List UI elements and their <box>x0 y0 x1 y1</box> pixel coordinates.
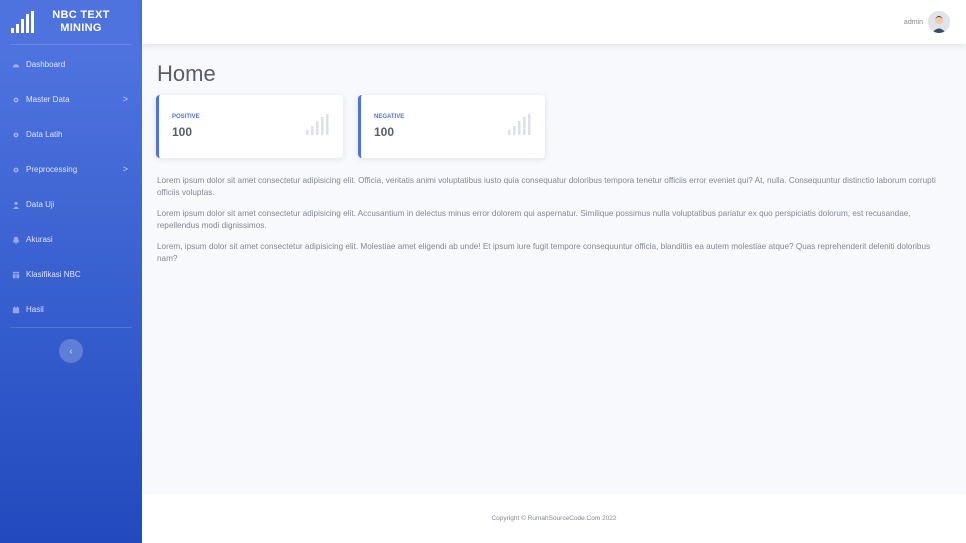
signal-bars-icon <box>508 114 531 135</box>
user-name: admin <box>903 18 923 26</box>
sidebar-divider <box>10 327 132 328</box>
sidebar-item-label: Akurasi <box>26 235 53 244</box>
sidebar-item-label: Dashboard <box>26 60 66 69</box>
negative-card: NEGATIVE 100 <box>358 95 545 158</box>
content-text: Lorem ipsum dolor sit amet consectetur a… <box>157 175 952 274</box>
cog-icon <box>11 130 21 140</box>
brand-line-2: MINING <box>60 22 102 34</box>
sidebar-item-preprocessing[interactable]: Preprocessing > <box>0 152 142 187</box>
sidebar-item-label: Klasifikasi NBC <box>26 270 81 279</box>
sidebar-item-label: Preprocessing <box>26 165 78 174</box>
sidebar-item-label: Master Data <box>26 95 70 104</box>
sidebar-toggle-button[interactable]: ‹ <box>59 339 83 363</box>
card-value: 100 <box>172 125 193 139</box>
sidebar-item-label: Hasil <box>26 305 44 314</box>
sidebar-item-dashboard[interactable]: Dashboard <box>0 47 142 82</box>
chevron-left-icon: ‹ <box>69 346 73 356</box>
signal-bars-icon <box>11 11 34 33</box>
chevron-right-icon: > <box>122 164 128 174</box>
sidebar-item-data-uji[interactable]: Data Uji <box>0 187 142 222</box>
user-avatar-icon <box>928 11 950 33</box>
sidebar-item-akurasi[interactable]: Akurasi <box>0 222 142 257</box>
card-label: POSITIVE <box>172 114 200 120</box>
brand-line-1: NBC TEXT <box>52 9 110 21</box>
bell-icon <box>11 235 21 245</box>
sidebar: NBC TEXT MINING Dashboard Master Data > … <box>0 0 142 543</box>
paragraph: Lorem ipsum dolor sit amet consectetur a… <box>157 176 936 197</box>
positive-card: POSITIVE 100 <box>156 95 343 158</box>
user-dropdown[interactable]: admin <box>904 11 950 33</box>
paragraph: Lorem, ipsum dolor sit amet consectetur … <box>157 242 931 263</box>
user-icon <box>11 200 21 210</box>
sidebar-item-label: Data Latih <box>26 130 63 139</box>
copyright-text: Copyright © RumahSourceCode.Com 2022 <box>491 515 617 522</box>
sidebar-item-hasil[interactable]: Hasil <box>0 292 142 327</box>
brand[interactable]: NBC TEXT MINING <box>0 0 142 44</box>
card-label: NEGATIVE <box>374 114 405 120</box>
paragraph: Lorem ipsum dolor sit amet consectetur a… <box>157 209 911 230</box>
page-title: Home <box>157 61 216 86</box>
calendar-icon <box>11 305 21 315</box>
topbar: admin <box>142 0 966 44</box>
avatar[interactable] <box>928 11 950 33</box>
sidebar-item-label: Data Uji <box>26 200 55 209</box>
sidebar-divider <box>10 44 132 45</box>
cog-icon <box>11 165 21 175</box>
card-value: 100 <box>374 125 395 139</box>
chevron-right-icon: > <box>122 94 128 104</box>
sidebar-item-klasifikasi-nbc[interactable]: Klasifikasi NBC <box>0 257 142 292</box>
signal-bars-icon <box>306 114 329 135</box>
sidebar-item-master-data[interactable]: Master Data > <box>0 82 142 117</box>
footer: Copyright © RumahSourceCode.Com 2022 <box>142 494 966 543</box>
cog-icon <box>11 95 21 105</box>
sidebar-item-data-latih[interactable]: Data Latih <box>0 117 142 152</box>
brand-title: NBC TEXT MINING <box>41 9 121 35</box>
table-icon <box>11 270 21 280</box>
dashboard-icon <box>11 60 21 70</box>
